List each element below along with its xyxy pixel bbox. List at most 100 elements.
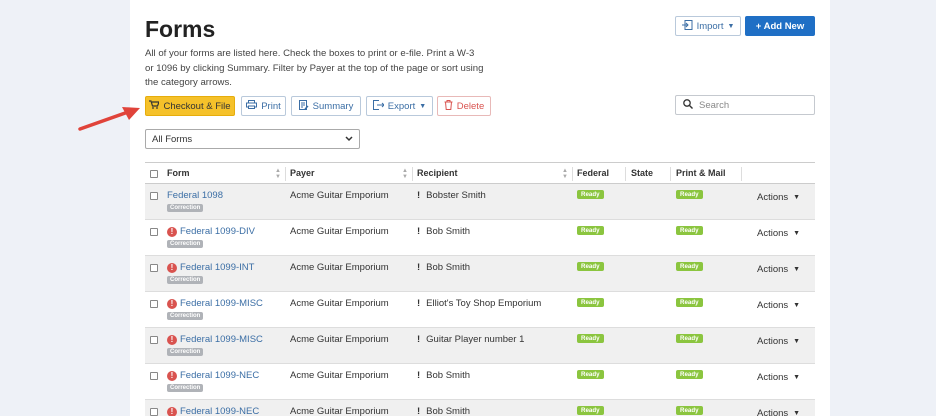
add-new-button[interactable]: + Add New [745, 16, 815, 36]
recipient-name: Elliot's Toy Shop Emporium [426, 298, 542, 309]
filter-selected-value: All Forms [152, 133, 193, 145]
recipient-name: Bob Smith [426, 406, 470, 416]
actions-dropdown[interactable]: Actions ▼ [757, 372, 800, 383]
recipient-warning-icon: ! [417, 190, 421, 201]
sort-arrows-icon[interactable]: ▲ ▼ [562, 168, 568, 180]
form-link[interactable]: ! Federal 1099-MISC [167, 298, 263, 309]
actions-dropdown[interactable]: Actions ▼ [757, 192, 800, 203]
federal-status-badge: Ready [577, 370, 604, 379]
column-divider [741, 167, 742, 181]
recipient-name: Bob Smith [426, 226, 470, 237]
actions-label: Actions [757, 228, 789, 239]
recipient-cell: ! Bobster Smith [417, 190, 486, 201]
column-divider [572, 167, 573, 181]
search-icon [683, 96, 693, 114]
sort-arrows-icon[interactable]: ▲ ▼ [275, 168, 281, 180]
print-mail-status-badge: Ready [676, 406, 703, 415]
error-icon: ! [167, 298, 177, 309]
actions-dropdown[interactable]: Actions ▼ [757, 408, 800, 416]
form-link[interactable]: ! Federal 1099-DIV [167, 226, 255, 237]
actions-label: Actions [757, 264, 789, 275]
print-mail-status-badge: Ready [676, 334, 703, 343]
actions-label: Actions [757, 408, 789, 416]
export-icon [372, 99, 385, 113]
form-link[interactable]: Federal 1098 [167, 190, 223, 201]
summary-icon [298, 99, 309, 113]
form-link[interactable]: ! Federal 1099-NEC [167, 406, 259, 416]
table-row: !Federal 1099-NECCorrectionAcme Guitar E… [145, 400, 815, 416]
recipient-warning-icon: ! [417, 334, 421, 345]
table-row: !Federal 1099-NECCorrectionAcme Guitar E… [145, 364, 815, 400]
federal-status-badge: Ready [577, 334, 604, 343]
recipient-cell: ! Bob Smith [417, 406, 470, 416]
actions-dropdown[interactable]: Actions ▼ [757, 336, 800, 347]
search-input[interactable] [699, 99, 799, 111]
column-header-recipient[interactable]: Recipient [417, 168, 458, 178]
row-checkbox[interactable] [150, 372, 158, 380]
print-button[interactable]: Print [241, 96, 286, 116]
column-divider [412, 167, 413, 181]
payer-name: Acme Guitar Emporium [290, 370, 389, 381]
column-header-form[interactable]: Form [167, 168, 190, 178]
column-header-print-mail[interactable]: Print & Mail [676, 168, 726, 178]
table-row: Federal 1098 Correction Acme Guitar Empori… [145, 184, 815, 220]
actions-dropdown[interactable]: Actions ▼ [757, 228, 800, 239]
recipient-cell: ! Bob Smith [417, 262, 470, 273]
form-name: Federal 1099-NEC [180, 370, 260, 381]
printer-icon [246, 100, 258, 112]
chevron-down-icon: ▼ [793, 374, 801, 381]
select-all-checkbox[interactable] [150, 170, 158, 178]
recipient-name: Guitar Player number 1 [426, 334, 525, 345]
table-row: ! Federal 1099-DIV Correction Acme Guitar E… [145, 220, 815, 256]
checkout-file-button[interactable]: Checkout & File [145, 96, 235, 116]
actions-label: Actions [757, 192, 789, 203]
export-button[interactable]: Export ▼ [366, 96, 433, 116]
summary-button[interactable]: Summary [291, 96, 361, 116]
payer-name: Acme Guitar Emporium [290, 262, 389, 273]
form-name: Federal 1099-INT [180, 262, 255, 273]
row-checkbox[interactable] [150, 408, 158, 416]
actions-dropdown[interactable]: Actions ▼ [757, 300, 800, 311]
row-checkbox[interactable] [150, 264, 158, 272]
form-link[interactable]: ! Federal 1099-NEC [167, 370, 259, 381]
column-header-federal[interactable]: Federal [577, 168, 609, 178]
correction-badge: Correction [167, 348, 204, 356]
federal-status-badge: Ready [577, 262, 604, 271]
chevron-down-icon: ▼ [727, 22, 735, 30]
actions-label: Actions [757, 300, 789, 311]
table-row: ! Federal 1099-MISC Correction Acme Guitar … [145, 292, 815, 328]
recipient-cell: ! Bob Smith [417, 226, 470, 237]
payer-name: Acme Guitar Emporium [290, 190, 389, 201]
form-name: Federal 1099-NEC [180, 406, 260, 416]
actions-dropdown[interactable]: Actions ▼ [757, 264, 800, 275]
column-header-state[interactable]: State [631, 168, 653, 178]
sort-arrows-icon[interactable]: ▲ ▼ [402, 168, 408, 180]
cart-icon [149, 100, 161, 112]
column-header-payer[interactable]: Payer [290, 168, 315, 178]
payer-filter-select[interactable]: All Forms [145, 129, 360, 149]
payer-name: Acme Guitar Emporium [290, 406, 389, 416]
row-checkbox[interactable] [150, 192, 158, 200]
recipient-warning-icon: ! [417, 406, 421, 416]
chevron-down-icon [345, 134, 353, 145]
delete-button[interactable]: Delete [437, 96, 491, 116]
row-checkbox[interactable] [150, 300, 158, 308]
page-title: Forms [145, 16, 216, 42]
form-link[interactable]: ! Federal 1099-MISC [167, 334, 263, 345]
delete-label: Delete [456, 100, 485, 112]
print-mail-status-badge: Ready [676, 370, 703, 379]
import-icon [681, 19, 693, 33]
actions-label: Actions [757, 372, 789, 383]
column-divider [285, 167, 286, 181]
actions-label: Actions [757, 336, 789, 347]
row-checkbox[interactable] [150, 336, 158, 344]
row-checkbox[interactable] [150, 228, 158, 236]
import-button[interactable]: Import ▼ [675, 16, 741, 36]
form-link[interactable]: ! Federal 1099-INT [167, 262, 254, 273]
federal-status-badge: Ready [577, 226, 604, 235]
print-mail-status-badge: Ready [676, 226, 703, 235]
form-name: Federal 1099-DIV [180, 226, 255, 237]
export-label: Export [387, 100, 416, 112]
chevron-down-icon: ▼ [793, 338, 801, 345]
print-label: Print [261, 100, 281, 112]
